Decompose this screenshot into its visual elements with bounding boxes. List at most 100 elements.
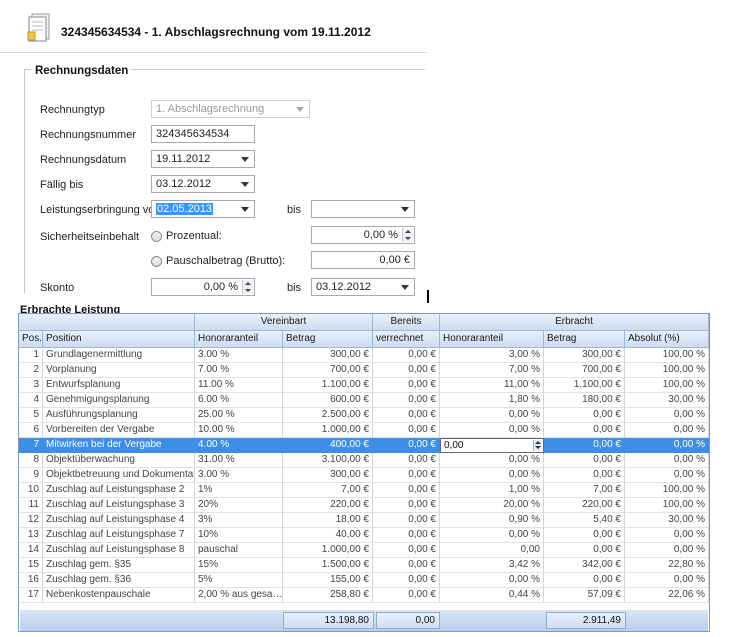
cell-erbracht-betrag[interactable]: 57,09 € — [544, 588, 625, 603]
cell-erbracht-betrag[interactable]: 0,00 € — [544, 543, 625, 558]
leistungserbringung-to-picker[interactable] — [311, 200, 415, 218]
cell-verrechnet: 0,00 € — [373, 573, 440, 588]
cell-absolut[interactable]: 0,00 % — [625, 438, 709, 453]
skonto-spinner[interactable]: 0,00 % — [151, 278, 255, 296]
cell-absolut[interactable]: 22,06 % — [625, 588, 709, 603]
cell-vereinbart-betrag: 1.000,00 € — [283, 543, 373, 558]
honoraranteil-edit-spinner[interactable]: 0,00 — [440, 438, 544, 453]
faellig-bis-picker[interactable]: 03.12.2012 — [151, 175, 255, 193]
cell-erbracht-betrag[interactable]: 0,00 € — [544, 408, 625, 423]
col-header-position[interactable]: Position — [43, 331, 195, 348]
cell-erbracht-betrag[interactable]: 0,00 € — [544, 528, 625, 543]
cell-erbracht-honoraranteil[interactable]: 11,00 % — [440, 378, 544, 393]
cell-erbracht-betrag[interactable]: 220,00 € — [544, 498, 625, 513]
spinner-arrows-icon[interactable] — [242, 280, 253, 294]
cell-absolut[interactable]: 0,00 % — [625, 408, 709, 423]
prozentual-label: Prozentual: — [166, 230, 222, 242]
cell-absolut[interactable]: 0,00 % — [625, 468, 709, 483]
rechnungsdatum-picker[interactable]: 19.11.2012 — [151, 150, 255, 168]
pauschalbetrag-field[interactable]: 0,00 € — [311, 251, 415, 269]
cell-erbracht-betrag[interactable]: 7,00 € — [544, 483, 625, 498]
col-header-vereinbart-betrag[interactable]: Betrag — [283, 331, 373, 348]
cell-pos: 11 — [19, 498, 43, 513]
cell-absolut[interactable]: 0,00 % — [625, 528, 709, 543]
col-header-erbracht-betrag[interactable]: Betrag — [544, 331, 625, 348]
cell-absolut[interactable]: 100,00 % — [625, 498, 709, 513]
cell-erbracht-honoraranteil[interactable]: 1,80 % — [440, 393, 544, 408]
cell-erbracht-betrag[interactable]: 180,00 € — [544, 393, 625, 408]
cell-verrechnet: 0,00 € — [373, 453, 440, 468]
cell-vereinbart-honoraranteil: 10.00 % — [195, 423, 283, 438]
cell-absolut[interactable]: 100,00 % — [625, 363, 709, 378]
cell-absolut[interactable]: 0,00 % — [625, 453, 709, 468]
grid-footer: 13.198,80 0,00 2.911,49 — [20, 610, 708, 631]
col-header-pos[interactable]: Pos. — [19, 331, 43, 348]
cell-erbracht-honoraranteil[interactable]: 0,00 % — [440, 453, 544, 468]
cell-absolut[interactable]: 0,00 % — [625, 423, 709, 438]
cell-absolut[interactable]: 0,00 % — [625, 543, 709, 558]
cell-erbracht-honoraranteil[interactable]: 0,44 % — [440, 588, 544, 603]
col-header-verrechnet[interactable]: verrechnet — [373, 331, 440, 348]
cell-erbracht-betrag[interactable]: 300,00 € — [544, 348, 625, 363]
cell-erbracht-honoraranteil[interactable]: 7,00 % — [440, 363, 544, 378]
skonto-to-picker[interactable]: 03.12.2012 — [311, 278, 415, 296]
cell-absolut[interactable]: 100,00 % — [625, 483, 709, 498]
cell-absolut[interactable]: 22,80 % — [625, 558, 709, 573]
cell-erbracht-betrag[interactable]: 1.100,00 € — [544, 378, 625, 393]
rechnungsdaten-title: Rechnungsdaten — [32, 65, 132, 77]
text-cursor — [427, 290, 429, 303]
cell-erbracht-honoraranteil[interactable]: 3,00 % — [440, 348, 544, 363]
cell-erbracht-honoraranteil[interactable]: 0,00 — [440, 543, 544, 558]
cell-position: Objektüberwachung — [43, 453, 195, 468]
header-divider — [0, 52, 427, 53]
cell-absolut[interactable]: 100,00 % — [625, 378, 709, 393]
cell-erbracht-betrag[interactable]: 0,00 € — [544, 423, 625, 438]
cell-erbracht-honoraranteil[interactable]: 0,90 % — [440, 513, 544, 528]
spinner-arrows-icon[interactable] — [533, 440, 542, 451]
group-header-vereinbart: Vereinbart — [195, 314, 373, 331]
cell-verrechnet: 0,00 € — [373, 438, 440, 453]
prozentual-radio[interactable] — [151, 231, 162, 242]
cell-erbracht-betrag[interactable]: 0,00 € — [544, 573, 625, 588]
cell-erbracht-betrag[interactable]: 342,00 € — [544, 558, 625, 573]
spinner-arrows-icon[interactable] — [402, 228, 413, 242]
cell-erbracht-honoraranteil[interactable]: 0,00 % — [440, 468, 544, 483]
cell-erbracht-honoraranteil[interactable]: 0,00 % — [440, 528, 544, 543]
cell-vereinbart-betrag: 18,00 € — [283, 513, 373, 528]
pauschalbetrag-radio[interactable] — [151, 256, 162, 267]
cell-vereinbart-honoraranteil: pauschal — [195, 543, 283, 558]
cell-pos: 10 — [19, 483, 43, 498]
leistungserbringung-from-picker[interactable]: 02.05.2013 — [151, 200, 255, 218]
cell-erbracht-betrag[interactable]: 0,00 € — [544, 468, 625, 483]
cell-erbracht-honoraranteil[interactable]: 1,00 % — [440, 483, 544, 498]
rechnungsnummer-field[interactable]: 324345634534 — [151, 125, 255, 143]
skonto-value: 0,00 % — [203, 281, 238, 293]
cell-erbracht-honoraranteil[interactable]: 20,00 % — [440, 498, 544, 513]
rechnungtyp-select[interactable]: 1. Abschlagsrechnung — [151, 100, 310, 118]
cell-erbracht-honoraranteil[interactable]: 0,00 % — [440, 408, 544, 423]
cell-erbracht-betrag[interactable]: 0,00 € — [544, 438, 625, 453]
total-vereinbart-betrag: 13.198,80 — [283, 612, 374, 629]
col-header-vereinbart-honoraranteil[interactable]: Honoraranteil — [195, 331, 283, 348]
cell-erbracht-betrag[interactable]: 700,00 € — [544, 363, 625, 378]
cell-erbracht-honoraranteil[interactable]: 0,00 % — [440, 573, 544, 588]
cell-erbracht-betrag[interactable]: 5,40 € — [544, 513, 625, 528]
cell-absolut[interactable]: 100,00 % — [625, 348, 709, 363]
cell-vereinbart-honoraranteil: 7.00 % — [195, 363, 283, 378]
cell-erbracht-betrag[interactable]: 0,00 € — [544, 453, 625, 468]
cell-pos: 7 — [19, 438, 43, 453]
cell-absolut[interactable]: 30,00 % — [625, 513, 709, 528]
cell-erbracht-honoraranteil[interactable]: 3,42 % — [440, 558, 544, 573]
prozentual-spinner[interactable]: 0,00 % — [311, 226, 415, 244]
cell-vereinbart-honoraranteil: 1% — [195, 483, 283, 498]
col-header-absolut[interactable]: Absolut (%) — [625, 331, 709, 348]
col-header-erbracht-honoraranteil[interactable]: Honoraranteil — [440, 331, 544, 348]
cell-absolut[interactable]: 30,00 % — [625, 393, 709, 408]
total-erbracht-betrag: 2.911,49 — [546, 612, 626, 629]
total-bereits-verrechnet: 0,00 — [376, 612, 440, 629]
cell-vereinbart-honoraranteil: 2,00 % aus gesa… — [195, 588, 283, 603]
cell-erbracht-honoraranteil[interactable]: 0,00 % — [440, 423, 544, 438]
cell-position: Grundlagenermittlung — [43, 348, 195, 363]
cell-absolut[interactable]: 0,00 % — [625, 573, 709, 588]
cell-position: Entwurfsplanung — [43, 378, 195, 393]
